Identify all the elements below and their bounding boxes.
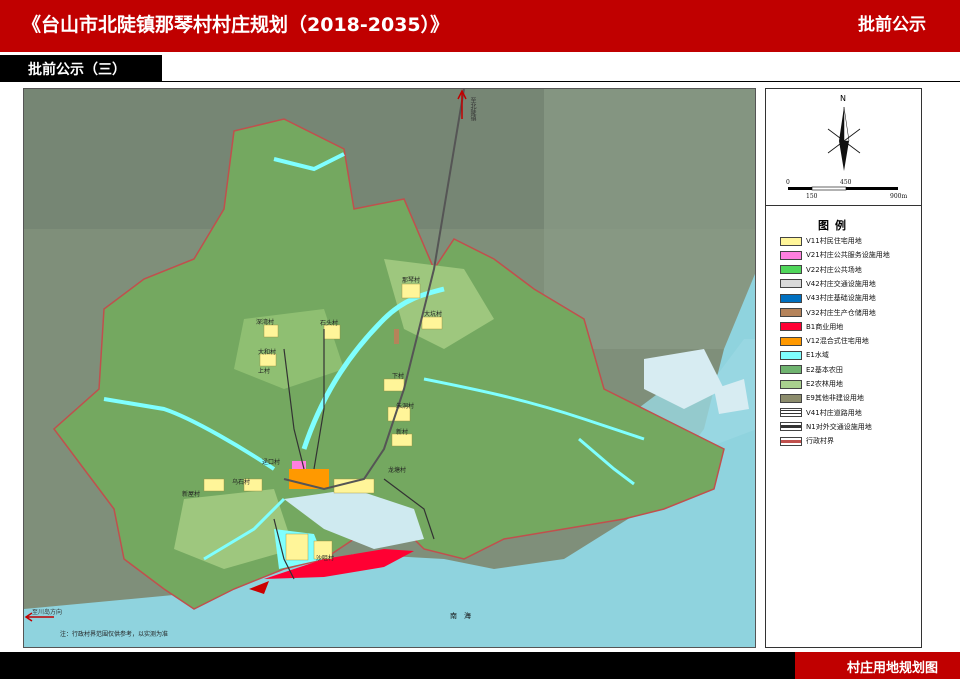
scale-bar-black xyxy=(788,187,812,190)
sea-label: 南 海 xyxy=(450,612,471,620)
residential-block xyxy=(263,324,279,338)
legend-item: 行政村界 xyxy=(780,435,834,447)
village-label: 新屋村 xyxy=(182,491,201,498)
legend-item: N1对外交通设施用地 xyxy=(780,421,872,433)
legend-label: V21村庄公共服务设施用地 xyxy=(806,251,890,260)
legend-item: E2基本农田 xyxy=(780,364,843,376)
legend-item: V41村庄道路用地 xyxy=(780,407,862,419)
legend-item: V22村庄公共场地 xyxy=(780,264,862,276)
village-label: 上村 xyxy=(258,368,271,375)
legend-swatch xyxy=(780,393,802,403)
legend-swatch xyxy=(780,322,802,332)
legend-label: E1水域 xyxy=(806,351,829,360)
legend-swatch xyxy=(780,308,802,317)
scale-tick: 900m xyxy=(890,193,908,200)
village-label: 大和村 xyxy=(258,349,277,356)
footer-tab: 村庄用地规划图 xyxy=(795,652,960,679)
subtab: 批前公示（三） xyxy=(0,55,162,82)
village-label: 大坑村 xyxy=(424,311,443,318)
legend-swatch xyxy=(780,422,802,432)
legend-swatch xyxy=(780,293,802,303)
village-label: 乌石村 xyxy=(232,479,251,486)
village-label: 深湾村 xyxy=(256,319,275,326)
scale-tick: 150 xyxy=(806,193,818,200)
legend-label: B1商业用地 xyxy=(806,322,844,331)
legend-title: 图例 xyxy=(818,219,852,232)
legend-item: V43村庄基础设施用地 xyxy=(780,292,876,304)
legend-label: V43村庄基础设施用地 xyxy=(806,294,876,303)
village-label: 那琴村 xyxy=(402,277,421,284)
page-title: 《台山市北陡镇那琴村村庄规划（2018-2035）》 xyxy=(22,14,450,36)
land-use-map xyxy=(24,89,755,647)
residential-block xyxy=(285,533,309,561)
legend-item: V21村庄公共服务设施用地 xyxy=(780,249,890,261)
legend-label: E2农林用地 xyxy=(806,380,843,388)
legend-item: V32村庄生产仓储用地 xyxy=(780,307,876,319)
production-block xyxy=(394,329,399,344)
legend-label: V42村庄交通设施用地 xyxy=(806,279,876,288)
legend-swatch xyxy=(780,236,802,246)
scale-tick: 450 xyxy=(840,179,852,186)
legend-item: V42村庄交通设施用地 xyxy=(780,278,876,290)
village-label: 下村 xyxy=(392,373,405,380)
west-road-label: 至川岛方向 xyxy=(32,609,63,616)
village-label: 迳口村 xyxy=(262,459,281,466)
legend-item: E2农林用地 xyxy=(780,378,843,390)
residential-block xyxy=(401,283,421,299)
village-label: 朱洞村 xyxy=(396,403,415,410)
legend-swatch xyxy=(780,436,802,446)
residential-block xyxy=(383,378,405,392)
legend-swatch xyxy=(780,350,802,360)
residential-block xyxy=(323,324,341,340)
legend-label: V32村庄生产仓储用地 xyxy=(806,308,876,317)
legend-swatch xyxy=(780,379,802,389)
publicity-label: 批前公示 xyxy=(858,15,926,35)
scale-bar-black-2 xyxy=(846,187,898,190)
map-note: 注：行政村界范围仅供参考，以实测为准 xyxy=(60,631,169,638)
legend-item: E9其他非建设用地 xyxy=(780,392,864,404)
subtab-label: 批前公示（三） xyxy=(28,62,126,78)
compass-rose-icon xyxy=(788,106,898,191)
north-road-label: 至北陡镇 xyxy=(469,97,476,121)
legend-item: B1商业用地 xyxy=(780,321,843,333)
legend-item: E1水域 xyxy=(780,349,829,361)
legend-swatch xyxy=(780,336,802,346)
legend-swatch xyxy=(780,365,802,375)
village-label: 石头村 xyxy=(320,320,339,327)
legend-label: E2基本农田 xyxy=(806,365,843,374)
residential-block xyxy=(421,316,443,330)
footer-bar: 村庄用地规划图 xyxy=(0,652,960,679)
scale-bar-white xyxy=(811,186,847,191)
legend-swatch xyxy=(780,408,802,418)
village-label: 龙塘村 xyxy=(388,467,407,474)
legend-item: V11村民住宅用地 xyxy=(780,235,862,247)
subtab-divider xyxy=(162,81,960,82)
legend-label: V12混合式住宅用地 xyxy=(806,337,869,346)
legend-panel: N 0 150 450 900m 图例 V11村民住宅用地 V21村庄公共服务设施… xyxy=(765,88,922,648)
residential-block xyxy=(203,478,225,492)
legend-label: 行政村界 xyxy=(806,437,834,446)
legend-label: E9其他非建设用地 xyxy=(806,394,864,403)
legend-label: N1对外交通设施用地 xyxy=(806,422,872,431)
map-frame[interactable]: 那琴村 大坑村 石头村 深湾村 大和村 上村 下村 朱洞村 新村 龙塘村 迳口村… xyxy=(23,88,756,648)
legend-label: V22村庄公共场地 xyxy=(806,265,862,274)
legend-swatch xyxy=(780,250,802,260)
compass-box: N 0 150 450 900m xyxy=(766,89,921,206)
village-label: 新村 xyxy=(396,429,409,436)
legend-swatch xyxy=(780,279,802,289)
legend-label: V11村民住宅用地 xyxy=(806,237,862,245)
legend-item: V12混合式住宅用地 xyxy=(780,335,869,347)
village-label: 沙咀村 xyxy=(316,555,335,562)
header-bar: 《台山市北陡镇那琴村村庄规划（2018-2035）》 批前公示 xyxy=(0,0,960,52)
scale-tick: 0 xyxy=(786,179,790,186)
legend-label: V41村庄道路用地 xyxy=(806,408,862,417)
legend-swatch xyxy=(780,265,802,275)
map-name-label: 村庄用地规划图 xyxy=(846,661,938,676)
terrain-east xyxy=(544,89,755,349)
